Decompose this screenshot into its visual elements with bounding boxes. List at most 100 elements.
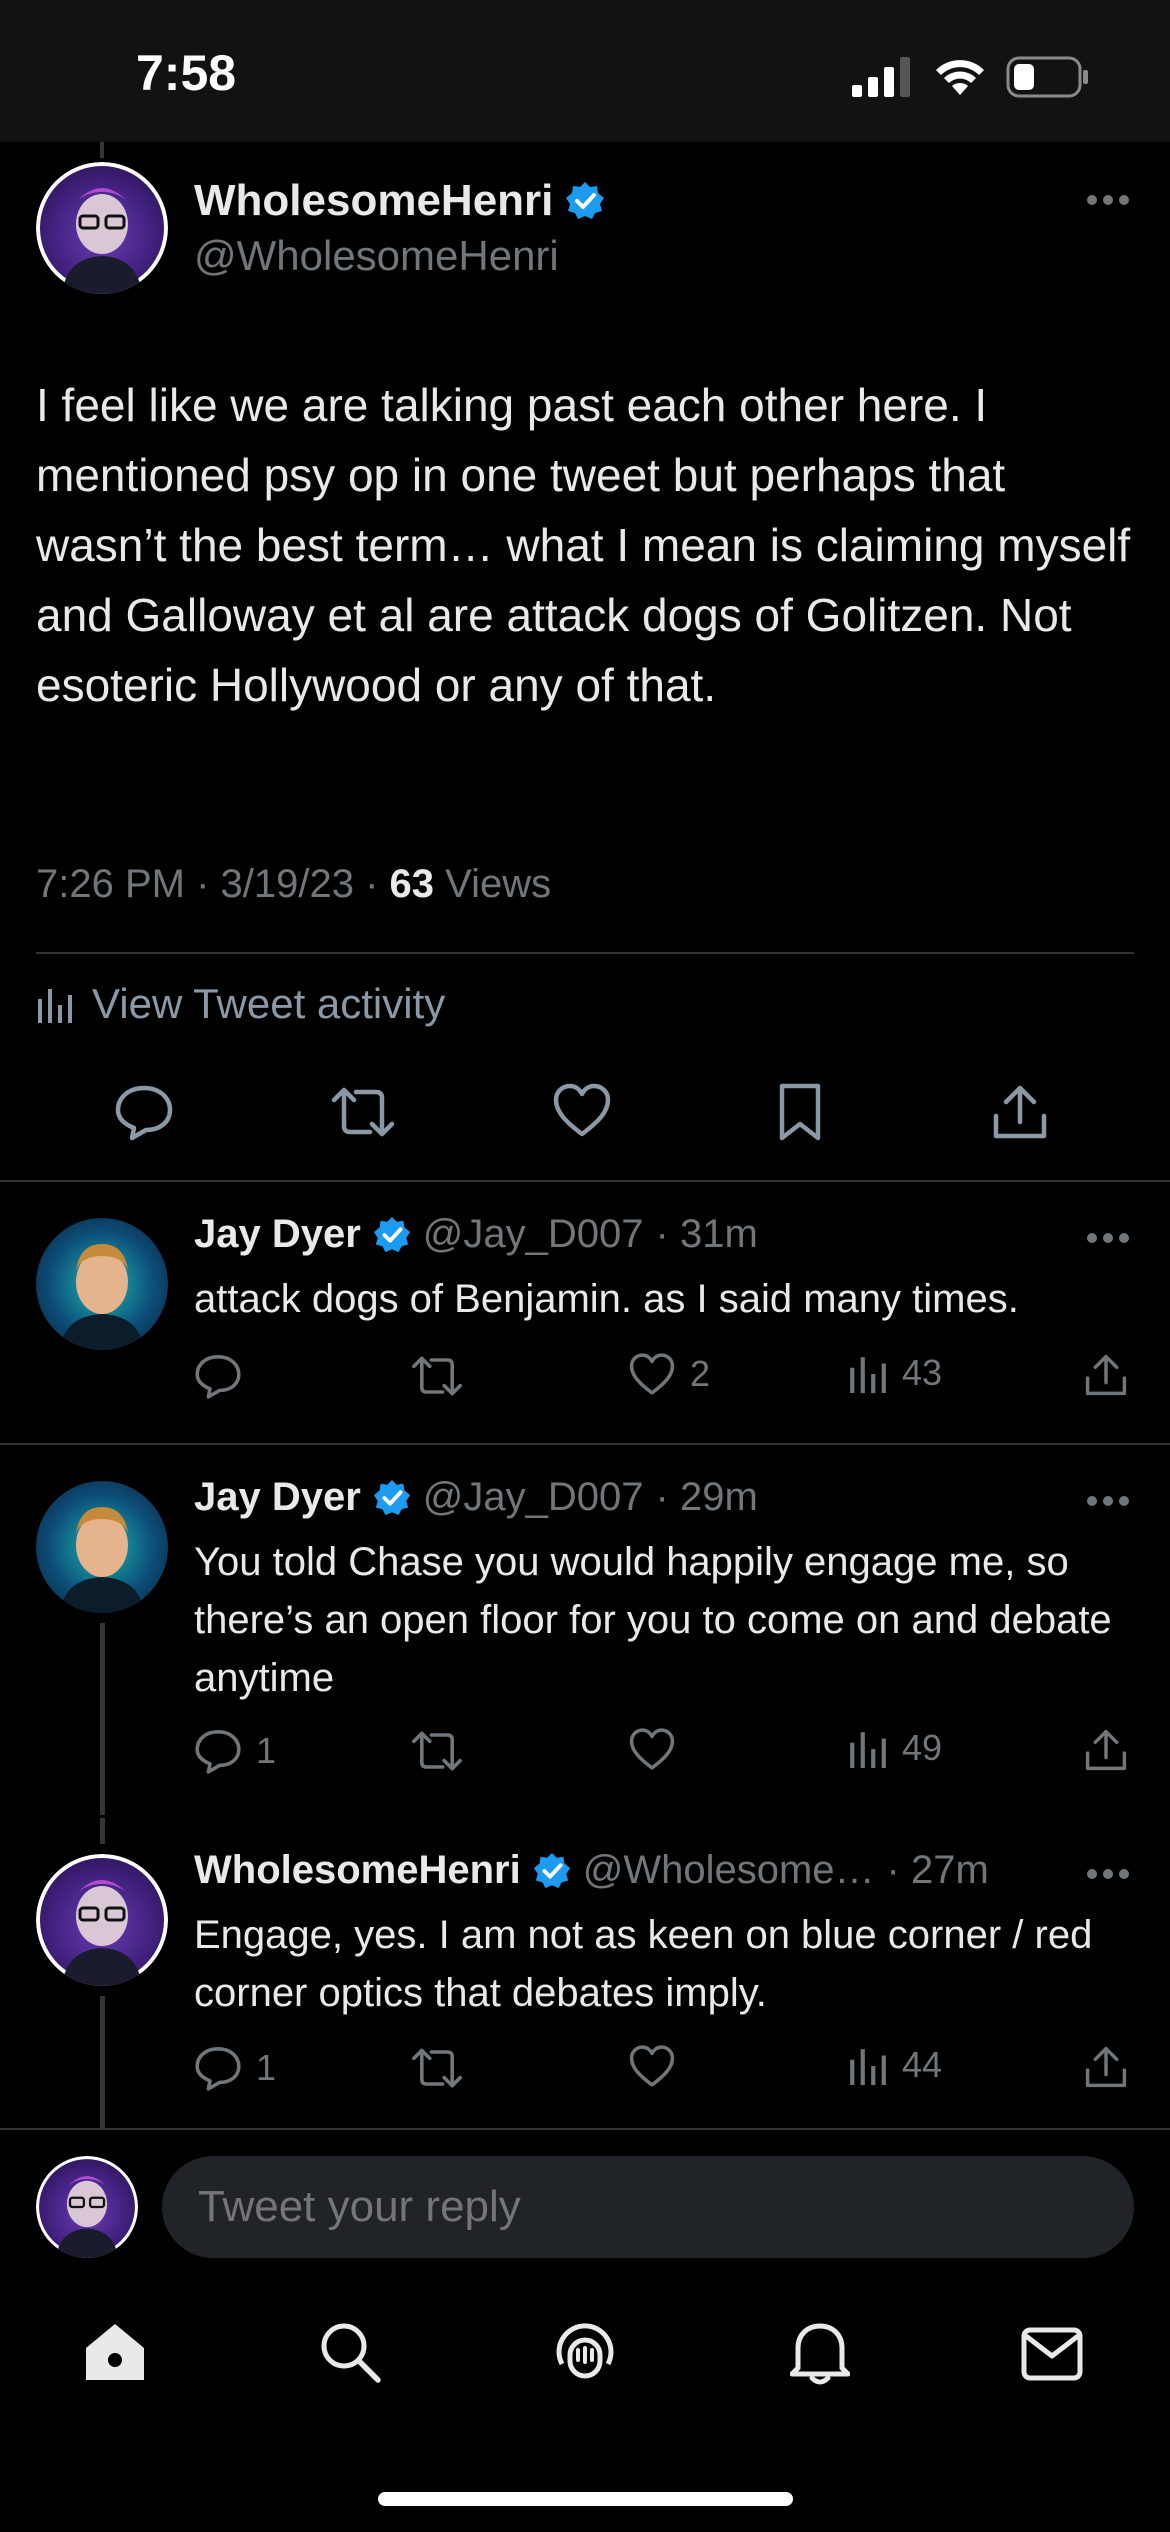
views-count: 43 — [902, 1352, 943, 1393]
like-button[interactable] — [628, 1727, 690, 1771]
share-icon — [1085, 1729, 1127, 1771]
reply-author-row: Jay Dyer @Jay_D007 · 31m — [194, 1212, 758, 1257]
reply-action-bar: 1 44 — [0, 2044, 1170, 2104]
views-count: 44 — [902, 2044, 943, 2085]
reply-input[interactable] — [162, 2156, 1134, 2258]
view-tweet-activity-label: View Tweet activity — [92, 980, 446, 1027]
avatar[interactable] — [36, 1854, 168, 1986]
tab-bar — [0, 2300, 1170, 2410]
more-options-icon[interactable] — [1086, 1495, 1130, 1507]
like-button[interactable]: 2 — [628, 1352, 710, 1396]
analytics-icon — [850, 2049, 886, 2085]
views-count: 63 — [389, 862, 435, 906]
share-button[interactable] — [1084, 2044, 1128, 2090]
retweet-button[interactable] — [410, 1727, 464, 1775]
tweet-action-bar — [0, 1082, 1170, 1162]
reply-count: 1 — [256, 2047, 277, 2088]
analytics-icon — [38, 989, 72, 1023]
retweet-button[interactable] — [410, 2044, 464, 2092]
views-button[interactable]: 43 — [848, 1352, 942, 1394]
status-bar: 7:58 — [0, 0, 1170, 142]
analytics-icon — [850, 1732, 886, 1768]
reply-action-bar: 2 43 — [0, 1352, 1170, 1412]
reply-tweet[interactable]: Jay Dyer @Jay_D007 · 29m You told Chase … — [0, 1445, 1170, 1815]
verified-badge-icon — [373, 1216, 410, 1252]
status-icons — [852, 56, 1090, 98]
share-button[interactable] — [1084, 1727, 1128, 1773]
share-button[interactable] — [1084, 1352, 1128, 1398]
tweet-metadata: 7:26 PM · 3/19/23 · 63 Views — [36, 862, 551, 907]
author-handle[interactable]: @WholesomeHenri — [194, 232, 559, 280]
reply-time: · 31m — [655, 1212, 758, 1256]
cellular-signal-icon — [852, 57, 910, 97]
reply-display-name[interactable]: WholesomeHenri — [194, 1848, 521, 1893]
views-button[interactable]: 49 — [848, 1727, 942, 1769]
reply-icon — [195, 1730, 241, 1774]
reply-display-name[interactable]: Jay Dyer — [194, 1475, 361, 1520]
retweet-icon — [412, 2048, 463, 2088]
retweet-icon[interactable] — [330, 1082, 396, 1142]
view-tweet-activity-link[interactable]: View Tweet activity — [36, 980, 445, 1028]
spaces-icon[interactable] — [552, 2320, 618, 2386]
views-button[interactable]: 44 — [848, 2044, 942, 2086]
reply-author-row: WholesomeHenri @Wholesome… · 27m — [194, 1848, 989, 1893]
tweet-timestamp: 7:26 PM · 3/19/23 · — [36, 862, 390, 906]
avatar[interactable] — [36, 1481, 168, 1613]
reply-text: You told Chase you would happily engage … — [194, 1540, 1112, 1700]
reply-text: Engage, yes. I am not as keen on blue co… — [194, 1913, 1093, 2015]
reply-text: attack dogs of Benjamin. as I said many … — [194, 1277, 1019, 1321]
avatar-portrait-icon — [36, 1854, 168, 1986]
notifications-icon[interactable] — [790, 2320, 850, 2386]
search-icon[interactable] — [318, 2320, 382, 2384]
author-display-name[interactable]: WholesomeHenri — [194, 176, 553, 226]
share-icon[interactable] — [992, 1082, 1048, 1142]
share-icon — [1085, 1354, 1127, 1396]
reply-handle[interactable]: @Jay_D007 — [423, 1475, 644, 1520]
avatar[interactable] — [36, 1218, 168, 1350]
reply-count: 1 — [256, 1730, 277, 1771]
reply-icon — [195, 2047, 241, 2091]
reply-tweet[interactable]: Jay Dyer @Jay_D007 · 31m attack dogs of … — [0, 1182, 1170, 1442]
home-indicator[interactable] — [378, 2492, 793, 2506]
more-options-icon[interactable] — [1086, 1232, 1130, 1244]
retweet-icon — [412, 1356, 463, 1396]
reply-composer — [0, 2130, 1170, 2310]
reply-display-name[interactable]: Jay Dyer — [194, 1212, 361, 1257]
like-button[interactable] — [628, 2044, 690, 2088]
thread-connector — [100, 142, 104, 158]
views-count: 49 — [902, 1727, 943, 1768]
avatar-portrait-icon — [36, 2156, 138, 2258]
avatar[interactable] — [36, 162, 168, 294]
like-icon[interactable] — [552, 1082, 612, 1138]
reply-handle[interactable]: @Jay_D007 — [423, 1212, 644, 1257]
more-options-icon[interactable] — [1086, 1868, 1130, 1880]
retweet-button[interactable] — [410, 1352, 464, 1400]
battery-icon — [1006, 56, 1088, 98]
home-icon[interactable] — [82, 2320, 148, 2384]
reply-time: · 29m — [655, 1475, 758, 1519]
reply-author-row: Jay Dyer @Jay_D007 · 29m — [194, 1475, 758, 1520]
my-avatar[interactable] — [36, 2156, 138, 2258]
avatar-portrait-icon — [60, 1244, 144, 1350]
divider — [36, 952, 1134, 954]
reply-icon — [195, 1355, 241, 1399]
bookmark-icon[interactable] — [776, 1082, 824, 1142]
messages-icon[interactable] — [1020, 2326, 1084, 2382]
avatar-portrait-icon — [60, 1507, 144, 1613]
reply-button[interactable] — [194, 1352, 256, 1400]
more-options-icon[interactable] — [1086, 194, 1130, 206]
author-name-row: WholesomeHenri — [194, 176, 605, 226]
avatar-portrait-icon — [36, 162, 168, 294]
like-icon — [629, 2045, 675, 2087]
reply-icon[interactable] — [114, 1082, 174, 1142]
wifi-icon — [936, 60, 984, 95]
verified-badge-icon — [373, 1479, 410, 1515]
reply-handle[interactable]: @Wholesome… — [583, 1848, 875, 1893]
reply-button[interactable]: 1 — [194, 1727, 276, 1775]
like-icon — [629, 1353, 675, 1395]
thread-connector — [100, 1818, 105, 1844]
reply-button[interactable]: 1 — [194, 2044, 276, 2092]
analytics-icon — [850, 1357, 886, 1393]
reply-tweet[interactable]: WholesomeHenri @Wholesome… · 27m Engage,… — [0, 1818, 1170, 2128]
reply-action-bar: 1 49 — [0, 1727, 1170, 1787]
